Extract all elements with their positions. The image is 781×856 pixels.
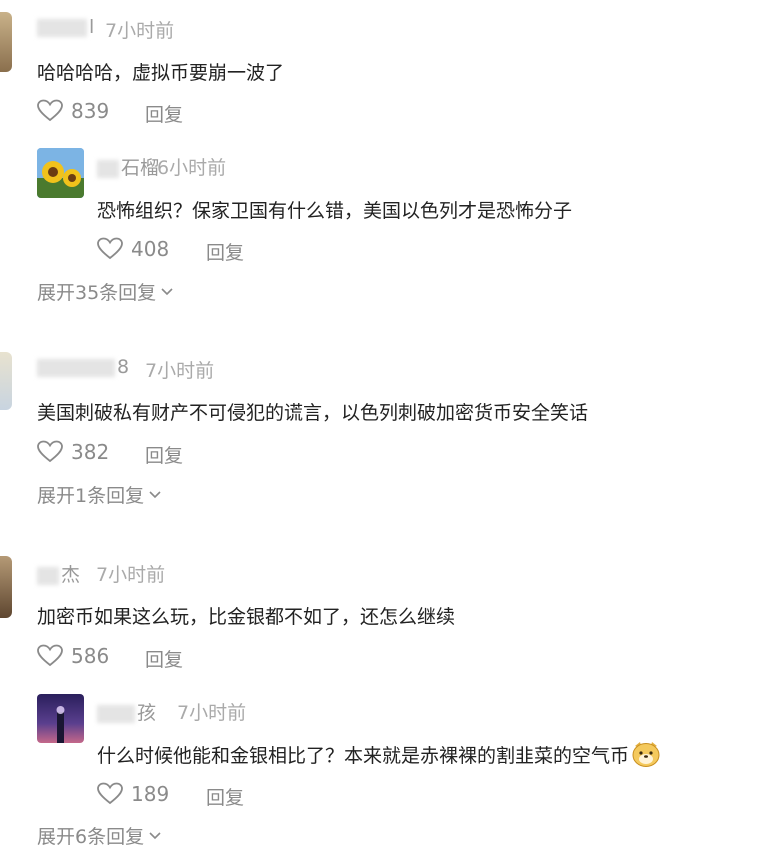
like-button[interactable]: 586 [37, 644, 109, 668]
expand-replies-button[interactable]: 展开6条回复 [37, 822, 162, 849]
like-count: 839 [71, 99, 110, 123]
avatar[interactable] [0, 352, 12, 410]
expand-replies-label: 展开35条回复 [37, 282, 157, 304]
like-count: 586 [71, 644, 110, 668]
username[interactable]: 石榴 [97, 153, 159, 180]
comment-text: 恐怖组织？保家卫国有什么错，美国以色列才是恐怖分子 [97, 200, 573, 222]
chevron-down-icon [149, 490, 161, 498]
expand-replies-button[interactable]: 展开35条回复 [37, 278, 174, 305]
doge-emoji-icon [632, 742, 660, 767]
like-count: 189 [131, 782, 170, 806]
heart-icon [37, 440, 63, 463]
expand-replies-button[interactable]: 展开1条回复 [37, 481, 162, 508]
reply-button[interactable]: 回复 [206, 783, 244, 810]
reply-button[interactable]: 回复 [145, 645, 183, 672]
expand-replies-label: 展开1条回复 [37, 485, 145, 507]
like-count: 408 [131, 237, 170, 261]
username[interactable]: 孩 [97, 698, 156, 725]
comment-text: 哈哈哈哈，虚拟币要崩一波了 [37, 62, 285, 84]
avatar[interactable] [0, 556, 12, 618]
like-button[interactable]: 382 [37, 440, 109, 464]
comment-text: 加密币如果这么玩，比金银都不如了，还怎么继续 [37, 606, 456, 628]
heart-icon [97, 237, 123, 260]
username[interactable]: 8 [37, 356, 129, 378]
reply-button[interactable]: 回复 [206, 238, 244, 265]
timestamp: 6小时前 [157, 157, 227, 179]
username[interactable]: 杰 [37, 560, 80, 587]
avatar[interactable] [37, 148, 84, 198]
timestamp: 7小时前 [177, 702, 247, 724]
avatar[interactable] [0, 12, 12, 72]
username[interactable]: l [37, 16, 94, 38]
username-text: l [89, 16, 95, 38]
like-button[interactable]: 839 [37, 99, 109, 123]
chevron-down-icon [161, 287, 173, 295]
comment-text: 美国刺破私有财产不可侵犯的谎言，以色列刺破加密货币安全笑话 [37, 402, 589, 424]
heart-icon [97, 782, 123, 805]
comment-text: 什么时候他能和金银相比了？本来就是赤裸裸的割韭菜的空气币 [97, 740, 661, 768]
avatar[interactable] [37, 694, 84, 743]
timestamp: 7小时前 [145, 360, 215, 382]
sunflower-image [37, 148, 84, 198]
expand-replies-label: 展开6条回复 [37, 826, 145, 848]
comment-text-body: 什么时候他能和金银相比了？本来就是赤裸裸的割韭菜的空气币 [97, 744, 630, 767]
timestamp: 7小时前 [105, 20, 175, 42]
reply-button[interactable]: 回复 [145, 441, 183, 468]
chevron-down-icon [149, 831, 161, 839]
username-text: 石榴 [121, 157, 160, 179]
username-text: 杰 [61, 564, 81, 586]
like-count: 382 [71, 440, 110, 464]
username-text: 孩 [137, 702, 157, 724]
night-sky-image [37, 694, 84, 743]
like-button[interactable]: 408 [97, 237, 169, 261]
reply-button[interactable]: 回复 [145, 100, 183, 127]
heart-icon [37, 644, 63, 667]
timestamp: 7小时前 [96, 564, 166, 586]
username-text: 8 [117, 356, 130, 378]
like-button[interactable]: 189 [97, 782, 169, 806]
heart-icon [37, 99, 63, 122]
